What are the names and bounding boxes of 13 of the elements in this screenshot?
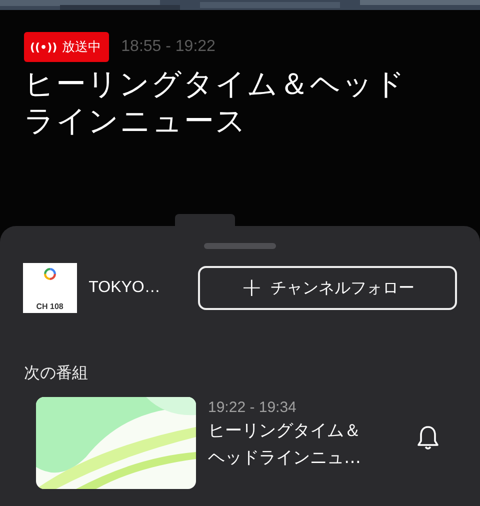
channel-name: TOKYO…: [88, 279, 162, 297]
channel-number: CH 108: [36, 302, 64, 311]
follow-channel-button[interactable]: + チャンネルフォロー: [198, 266, 458, 310]
ring-logo-icon: [42, 267, 57, 281]
bell-icon[interactable]: [416, 425, 440, 451]
broadcast-time: 18:55 - 19:22: [121, 38, 216, 56]
section-heading: 次の番組: [23, 363, 89, 384]
drag-handle[interactable]: [204, 243, 276, 249]
program-title: ヒーリングタイム＆ヘッドラインニュ…: [208, 420, 362, 470]
broadcast-icon: ((•)): [30, 40, 58, 54]
live-badge: ((•)) 放送中: [24, 32, 110, 62]
program-title: ヒーリングタイム＆ヘッドラインニュース: [24, 66, 407, 140]
program-time: 19:22 - 19:34: [208, 399, 298, 416]
